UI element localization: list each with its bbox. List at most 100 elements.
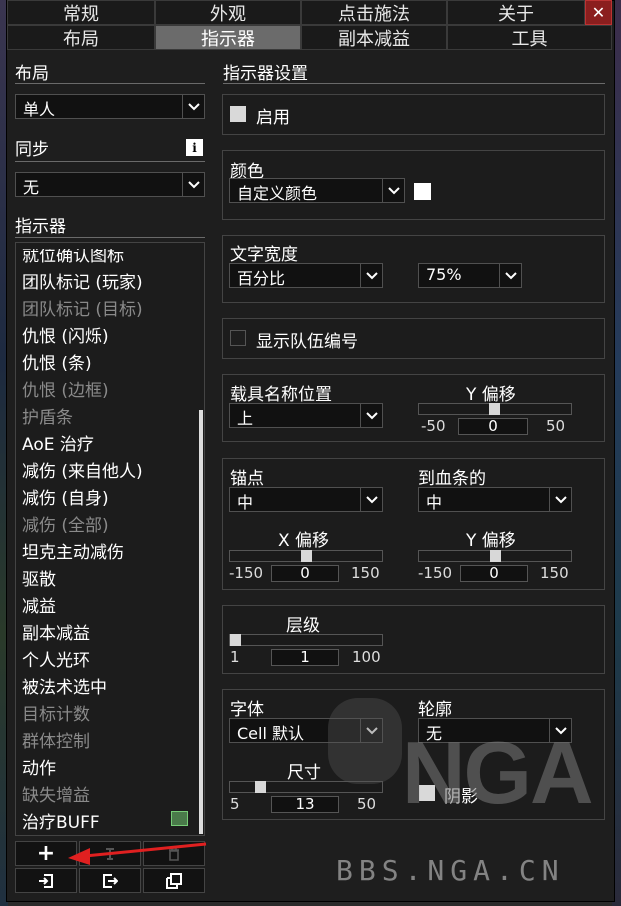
y-offset-min: -50: [421, 417, 446, 435]
indicator-list-item[interactable]: 群体控制: [22, 727, 90, 752]
chevron-down-icon: [382, 179, 404, 202]
level-label: 层级: [286, 616, 320, 636]
y-offset-2-input[interactable]: 0: [460, 565, 528, 582]
indicator-list-item[interactable]: 坦克主动减伤: [22, 538, 124, 563]
color-dropdown[interactable]: 自定义颜色: [229, 178, 405, 203]
vehicle-position-label: 载具名称位置: [230, 385, 332, 405]
image-icon: [171, 811, 188, 826]
chevron-down-icon: [182, 173, 204, 196]
level-max: 100: [352, 648, 381, 666]
text-width-value-dropdown[interactable]: 75%: [418, 263, 522, 288]
chevron-down-icon: [549, 488, 571, 511]
indicator-list-item[interactable]: 团队标记 (目标): [22, 295, 143, 320]
level-min: 1: [230, 648, 240, 666]
indicator-list-item[interactable]: 治疗BUFF: [22, 808, 100, 833]
enable-label: 启用: [256, 108, 290, 128]
divider: [15, 237, 205, 238]
watermark-brand: NGA: [402, 723, 594, 822]
tab-raid-debuffs[interactable]: 副本减益: [301, 25, 447, 50]
slider-thumb[interactable]: [255, 781, 266, 793]
layout-dropdown[interactable]: 单人: [15, 94, 205, 119]
tab-indicators[interactable]: 指示器: [155, 25, 301, 50]
indicator-list-item[interactable]: AoE 治疗: [22, 430, 94, 455]
anchor-value: 中: [237, 493, 254, 512]
tab-about[interactable]: 关于: [447, 0, 585, 25]
layout-value: 单人: [23, 100, 56, 119]
tab-layout[interactable]: 布局: [7, 25, 155, 50]
info-icon[interactable]: i: [186, 139, 203, 156]
indicator-list-item[interactable]: 减伤 (来自他人): [22, 457, 143, 482]
copy-button[interactable]: [143, 868, 205, 893]
slider-thumb[interactable]: [489, 403, 500, 415]
sync-dropdown[interactable]: 无: [15, 172, 205, 197]
divider: [223, 83, 605, 84]
indicator-list-item[interactable]: 减伤 (全部): [22, 511, 109, 536]
indicator-list-item[interactable]: 仇恨 (条): [22, 349, 92, 374]
tab-appearance[interactable]: 外观: [155, 0, 301, 25]
indicator-list-item[interactable]: 动作: [22, 754, 56, 779]
indicator-list-item[interactable]: 减伤 (自身): [22, 484, 109, 509]
y-offset-max: 50: [546, 417, 566, 435]
x-offset-slider[interactable]: [229, 550, 383, 562]
size-label: 尺寸: [287, 763, 321, 783]
indicator-list-item[interactable]: 减益: [22, 592, 56, 617]
plus-icon: +: [36, 840, 56, 866]
anchor-dropdown[interactable]: 中: [229, 487, 383, 512]
sync-value: 无: [23, 178, 40, 197]
export-button[interactable]: [79, 868, 141, 893]
y-offset-slider[interactable]: [418, 403, 572, 415]
level-input[interactable]: 1: [271, 649, 339, 666]
list-scrollbar[interactable]: [199, 410, 203, 834]
vehicle-position-value: 上: [237, 409, 254, 428]
indicator-list-item[interactable]: 仇恨 (闪烁): [22, 322, 109, 347]
slider-thumb[interactable]: [301, 550, 312, 562]
indicator-list-item[interactable]: 被法术选中: [22, 673, 107, 698]
indicator-list-item[interactable]: 仇恨 (边框): [22, 376, 109, 401]
show-group-number-checkbox[interactable]: [230, 330, 246, 346]
export-icon: [103, 873, 118, 888]
size-min: 5: [230, 795, 240, 813]
relative-to-bar-dropdown[interactable]: 中: [418, 487, 572, 512]
chevron-down-icon: [182, 95, 204, 118]
y-offset-2-max: 150: [540, 564, 569, 582]
vehicle-position-dropdown[interactable]: 上: [229, 403, 383, 428]
y-offset-2-slider[interactable]: [418, 550, 572, 562]
import-icon: [39, 873, 53, 888]
text-width-value: 75%: [426, 265, 462, 284]
indicator-list-item[interactable]: 个人光环: [22, 646, 90, 671]
x-offset-min: -150: [229, 564, 264, 582]
y-offset-2-min: -150: [418, 564, 453, 582]
indicator-list-item[interactable]: 缺失增益: [22, 781, 90, 806]
close-button[interactable]: ✕: [585, 0, 612, 25]
show-group-number-label: 显示队伍编号: [256, 332, 358, 352]
enable-checkbox[interactable]: [230, 106, 246, 122]
anchor-label: 锚点: [230, 469, 264, 489]
indicator-list-item[interactable]: 目标计数: [22, 700, 90, 725]
indicator-settings-title: 指示器设置: [223, 64, 308, 84]
x-offset-input[interactable]: 0: [271, 565, 339, 582]
text-width-mode-dropdown[interactable]: 百分比: [229, 263, 383, 288]
indicators-heading: 指示器: [15, 217, 66, 237]
size-input[interactable]: 13: [271, 796, 339, 813]
slider-thumb[interactable]: [230, 634, 241, 646]
close-icon: ✕: [591, 3, 606, 22]
indicator-list-item[interactable]: 护盾条: [22, 403, 73, 428]
layout-heading: 布局: [15, 64, 49, 84]
tab-general[interactable]: 常规: [7, 0, 155, 25]
font-value: Cell 默认: [237, 724, 304, 743]
import-button[interactable]: [15, 868, 77, 893]
slider-thumb[interactable]: [490, 550, 501, 562]
x-offset-label: X 偏移: [278, 531, 330, 551]
relative-to-bar-value: 中: [426, 493, 443, 512]
level-slider[interactable]: [229, 634, 383, 646]
divider: [15, 161, 205, 162]
y-offset-input[interactable]: 0: [458, 418, 528, 435]
tab-click-casting[interactable]: 点击施法: [301, 0, 447, 25]
tab-tools[interactable]: 工具: [447, 25, 612, 50]
color-swatch[interactable]: [414, 183, 431, 200]
indicator-list-item[interactable]: 副本减益: [22, 619, 90, 644]
chevron-down-icon: [360, 404, 382, 427]
y-offset-2-label: Y 偏移: [466, 531, 516, 551]
indicator-list-item[interactable]: 团队标记 (玩家): [22, 268, 143, 293]
indicator-list-item[interactable]: 驱散: [22, 565, 56, 590]
